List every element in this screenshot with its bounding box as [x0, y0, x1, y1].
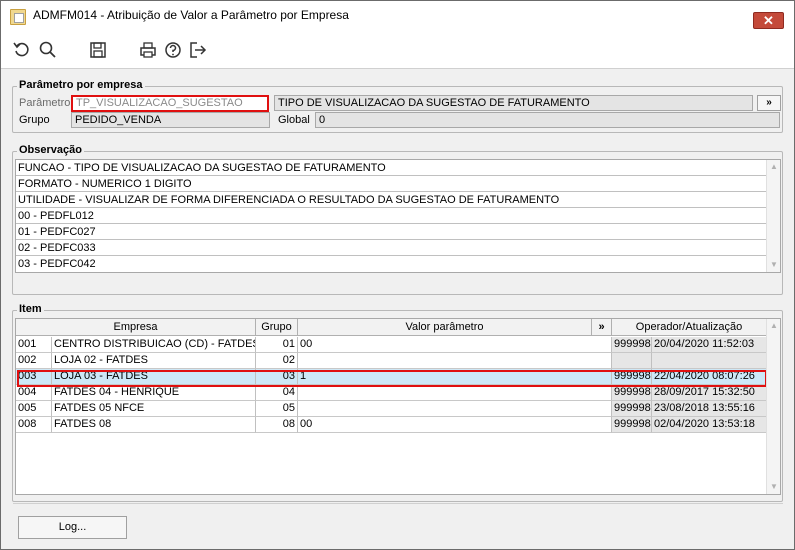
- table-row[interactable]: 005 FATDES 05 NFCE 05 999998 23/08/2018 13:5…: [16, 401, 767, 417]
- cell-valor[interactable]: [298, 385, 612, 401]
- parametro-field[interactable]: TP_VISUALIZACAO_SUGESTAO: [71, 95, 269, 112]
- cell-operador: 999998: [612, 401, 652, 417]
- observacao-line: 01 - PEDFC027: [16, 224, 768, 240]
- observacao-line: UTILIDADE - VISUALIZAR DE FORMA DIFERENC…: [16, 192, 768, 208]
- global-field: 0: [315, 112, 780, 128]
- refresh-icon[interactable]: [12, 40, 32, 60]
- grupo-label: Grupo: [19, 114, 50, 126]
- table-row[interactable]: 003 LOJA 03 - FATDES 03 1 999998 22/04/2020 0…: [16, 369, 767, 385]
- cell-code: 004: [16, 385, 52, 401]
- cell-code: 001: [16, 337, 52, 353]
- cell-grupo: 01: [256, 337, 298, 353]
- cell-empresa: LOJA 03 - FATDES: [52, 369, 256, 385]
- scroll-up-icon[interactable]: ▲: [767, 160, 781, 174]
- cell-valor[interactable]: [298, 401, 612, 417]
- item-section-title: Item: [17, 303, 44, 315]
- parametro-description-field: TIPO DE VISUALIZACAO DA SUGESTAO DE FATU…: [274, 95, 753, 111]
- window-title: ADMFM014 - Atribuição de Valor a Parâmet…: [33, 8, 349, 22]
- cell-grupo: 02: [256, 353, 298, 369]
- scroll-down-icon[interactable]: ▼: [767, 258, 781, 272]
- cell-empresa: FATDES 08: [52, 417, 256, 433]
- cell-empresa: FATDES 04 - HENRIQUE: [52, 385, 256, 401]
- table-row[interactable]: 008 FATDES 08 08 00 999998 02/04/2020 13:53:1…: [16, 417, 767, 433]
- cell-grupo: 08: [256, 417, 298, 433]
- item-grid: Empresa Grupo Valor parâmetro » Operador…: [15, 318, 781, 495]
- cell-operador: 999998: [612, 369, 652, 385]
- cell-data: 02/04/2020 13:53:18: [652, 417, 767, 433]
- help-icon[interactable]: [163, 40, 183, 60]
- cell-grupo: 03: [256, 369, 298, 385]
- cell-empresa: FATDES 05 NFCE: [52, 401, 256, 417]
- column-header-empresa[interactable]: Empresa: [16, 319, 256, 336]
- valor-expand-button[interactable]: »: [592, 319, 612, 336]
- observacao-section-title: Observação: [17, 144, 84, 156]
- cell-code: 005: [16, 401, 52, 417]
- table-row[interactable]: 004 FATDES 04 - HENRIQUE 04 999998 28/09/201…: [16, 385, 767, 401]
- column-header-grupo[interactable]: Grupo: [256, 319, 298, 336]
- close-button[interactable]: ✕: [753, 12, 784, 29]
- column-header-valor[interactable]: Valor parâmetro: [298, 319, 592, 336]
- cell-empresa: CENTRO DISTRIBUICAO (CD) - FATDES: [52, 337, 256, 353]
- observacao-line: FUNCAO - TIPO DE VISUALIZACAO DA SUGESTA…: [16, 160, 768, 176]
- cell-operador: 999998: [612, 385, 652, 401]
- save-icon[interactable]: [88, 40, 108, 60]
- cell-code: 002: [16, 353, 52, 369]
- table-row[interactable]: 001 CENTRO DISTRIBUICAO (CD) - FATDES 01 00…: [16, 337, 767, 353]
- cell-operador: 999998: [612, 337, 652, 353]
- parametro-label: Parâmetro: [19, 97, 71, 109]
- title-bar: ADMFM014 - Atribuição de Valor a Parâmet…: [1, 1, 794, 31]
- table-row[interactable]: 002 LOJA 02 - FATDES 02: [16, 353, 767, 369]
- cell-data: 28/09/2017 15:32:50: [652, 385, 767, 401]
- parametro-section-title: Parâmetro por empresa: [17, 79, 145, 91]
- print-icon[interactable]: [138, 40, 158, 60]
- cell-code: 003: [16, 369, 52, 385]
- observacao-textbox[interactable]: FUNCAO - TIPO DE VISUALIZACAO DA SUGESTA…: [15, 159, 781, 273]
- scroll-down-icon[interactable]: ▼: [767, 480, 781, 494]
- cell-data: 22/04/2020 08:07:26: [652, 369, 767, 385]
- toolbar: [1, 31, 794, 69]
- app-icon: [10, 9, 26, 25]
- item-scrollbar[interactable]: ▲ ▼: [766, 319, 780, 494]
- observacao-line: 02 - PEDFC033: [16, 240, 768, 256]
- observacao-line: 03 - PEDFC042: [18, 258, 96, 270]
- scroll-up-icon[interactable]: ▲: [767, 319, 781, 333]
- cell-valor[interactable]: [298, 353, 612, 369]
- app-window: ADMFM014 - Atribuição de Valor a Parâmet…: [0, 0, 795, 550]
- cell-grupo: 05: [256, 401, 298, 417]
- cell-data: 20/04/2020 11:52:03: [652, 337, 767, 353]
- cell-data: 23/08/2018 13:55:16: [652, 401, 767, 417]
- observacao-line: FORMATO - NUMERICO 1 DIGITO: [16, 176, 768, 192]
- cell-valor[interactable]: 00: [298, 337, 612, 353]
- exit-icon[interactable]: [188, 40, 208, 60]
- log-button[interactable]: Log...: [18, 516, 127, 539]
- search-icon[interactable]: [38, 40, 58, 60]
- cell-valor[interactable]: 00: [298, 417, 612, 433]
- cell-code: 008: [16, 417, 52, 433]
- footer-divider: [13, 503, 783, 504]
- cell-empresa: LOJA 02 - FATDES: [52, 353, 256, 369]
- column-header-operador[interactable]: Operador/Atualização: [612, 319, 767, 336]
- cell-operador: [612, 353, 652, 369]
- cell-valor[interactable]: 1: [298, 369, 612, 385]
- parametro-expand-button[interactable]: »: [757, 95, 781, 111]
- global-label: Global: [278, 114, 310, 126]
- grupo-field: PEDIDO_VENDA: [71, 112, 270, 128]
- observacao-line: 00 - PEDFL012: [16, 208, 768, 224]
- cell-grupo: 04: [256, 385, 298, 401]
- cell-operador: 999998: [612, 417, 652, 433]
- observacao-scrollbar[interactable]: ▲ ▼: [766, 160, 780, 272]
- cell-data: [652, 353, 767, 369]
